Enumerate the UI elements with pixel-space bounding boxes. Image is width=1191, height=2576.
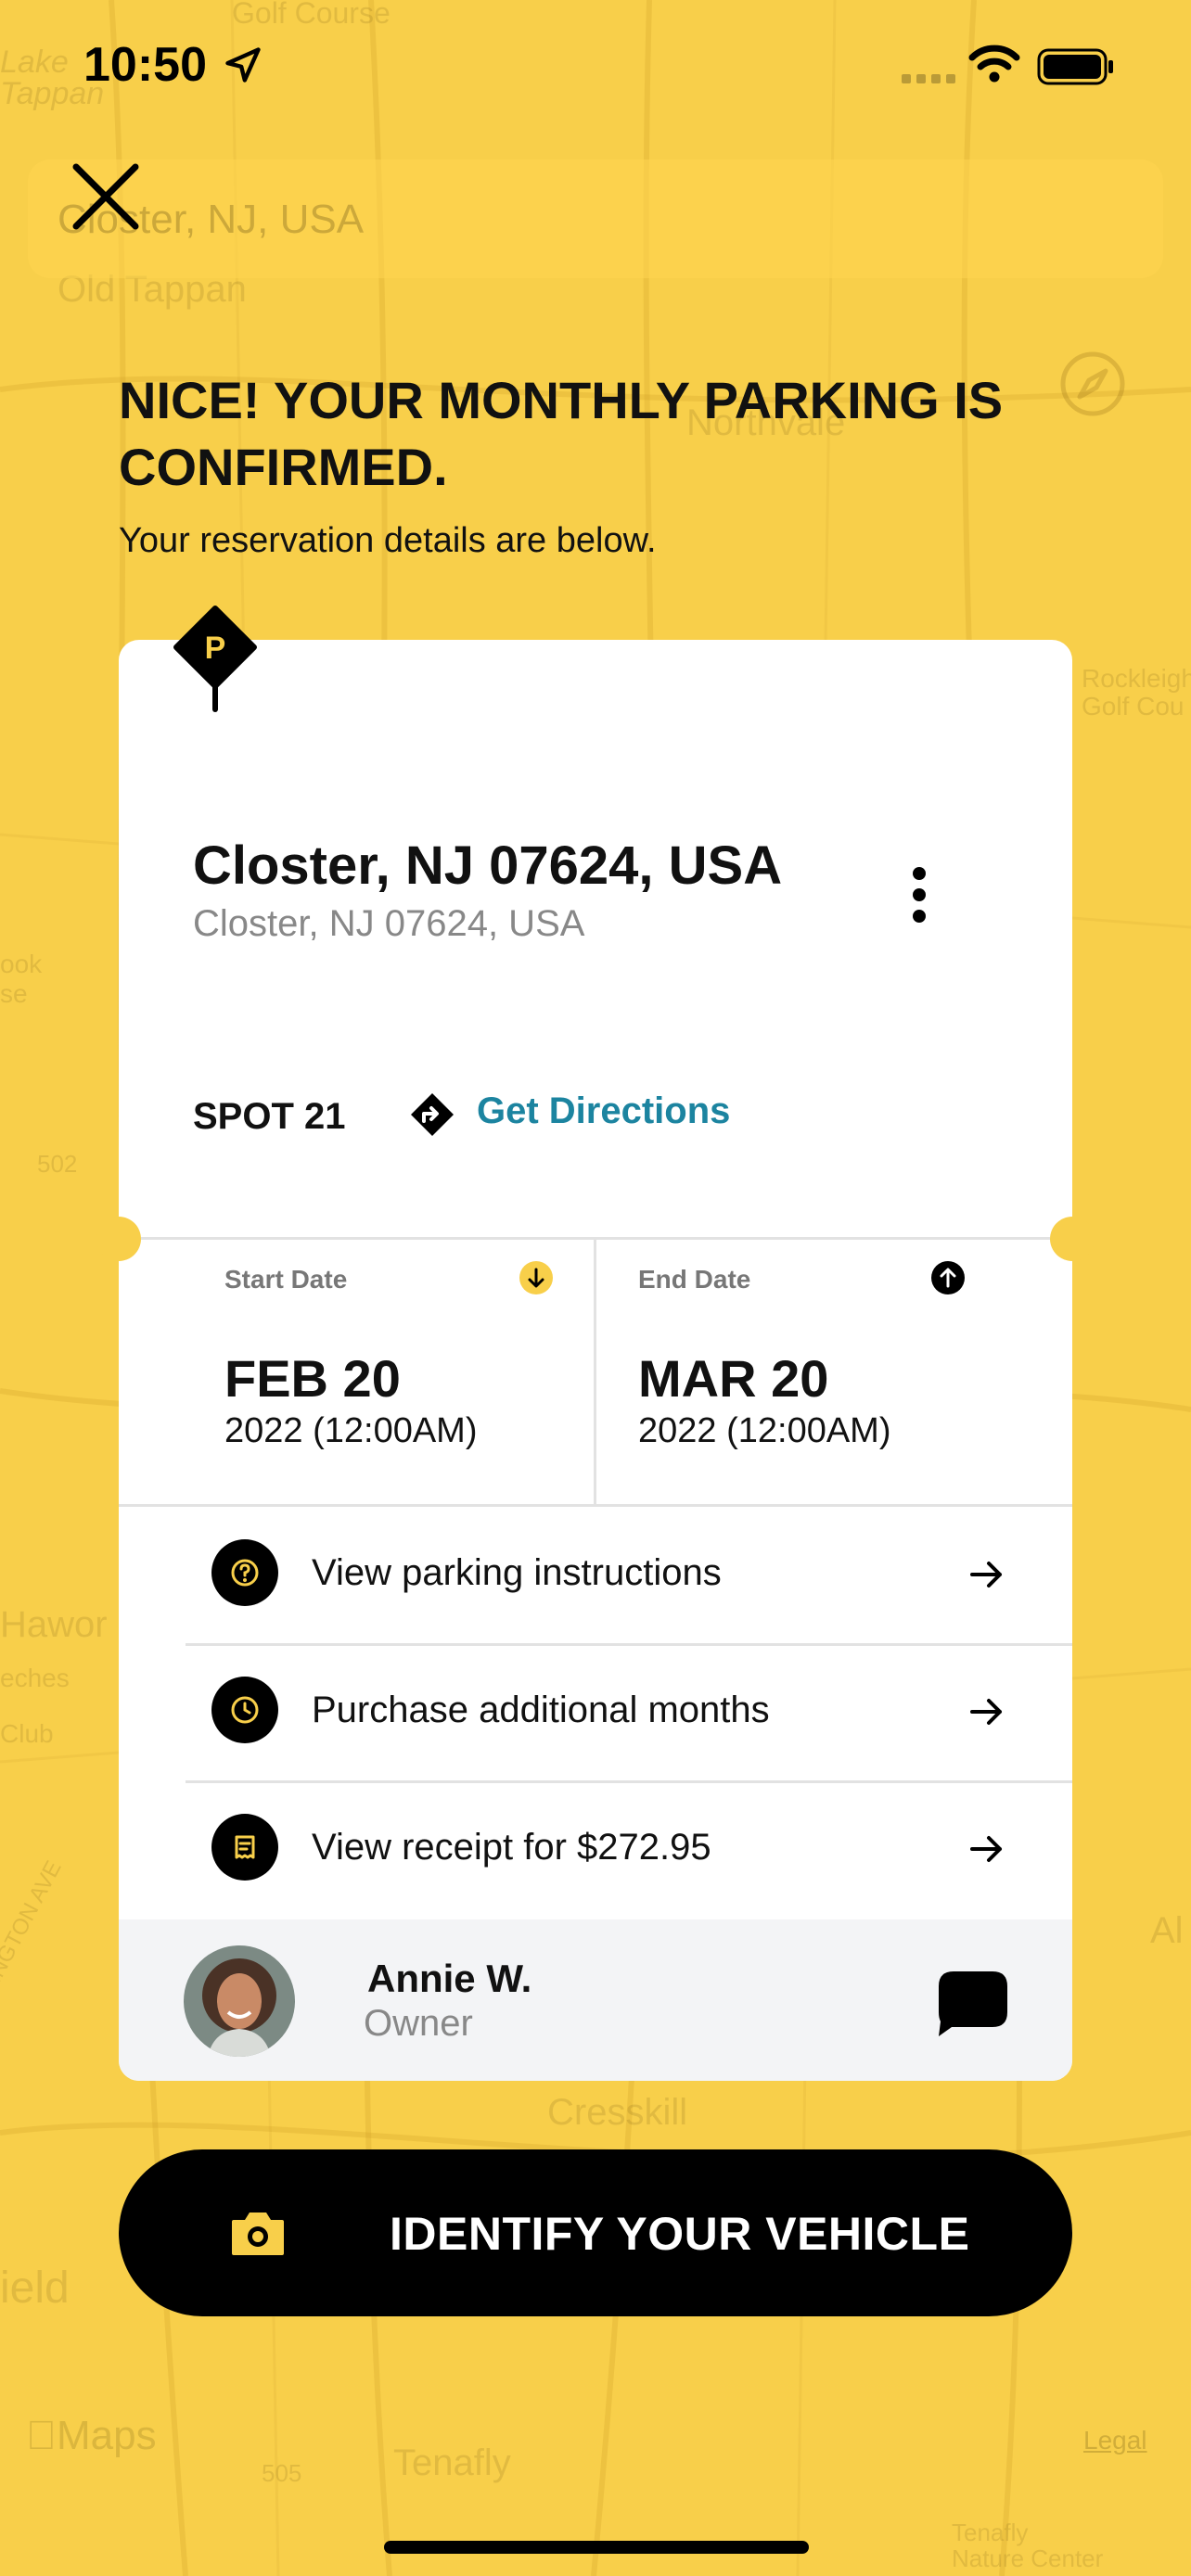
message-owner-button[interactable] [933, 1966, 1013, 2040]
maps-logo: Maps [26, 2413, 157, 2459]
directions-icon[interactable] [408, 1090, 456, 1139]
identify-vehicle-label: IDENTIFY YOUR VEHICLE [390, 2208, 970, 2260]
arrow-right-icon [967, 1691, 1007, 1732]
map-label: Club [0, 1719, 54, 1748]
chat-bubble-icon [939, 1971, 1007, 2036]
confirmation-headline: NICE! YOUR MONTHLY PARKING IS CONFIRMED. [119, 371, 1004, 496]
map-label: Nature Center [952, 2544, 1104, 2572]
arrow-down-icon [519, 1261, 553, 1294]
map-label: Cresskill [547, 2092, 688, 2133]
start-date-year: 2022 (12:00AM) [224, 1411, 478, 1450]
map-label: se [0, 979, 28, 1008]
map-label: Rockleigh [1082, 664, 1191, 693]
ticket-notch-right [1050, 1217, 1095, 1261]
map-label: Tenafly [952, 2519, 1029, 2546]
apple-icon:  [26, 2413, 57, 2458]
clock-icon [211, 1677, 278, 1743]
more-options-button[interactable] [896, 862, 942, 927]
map-label: Golf Cou [1082, 692, 1185, 721]
row-view-receipt[interactable]: View receipt for $272.95 [186, 1780, 1072, 1918]
status-bar: 10:50 [0, 0, 1191, 139]
arrow-up-icon [931, 1261, 965, 1294]
wifi-icon [968, 43, 1020, 88]
parking-pin-icon: P [171, 605, 260, 716]
row-parking-instructions[interactable]: View parking instructions [186, 1506, 1072, 1643]
owner-name: Annie W. [367, 1957, 532, 2000]
map-label: ook [0, 950, 43, 978]
map-label: 502 [37, 1150, 78, 1178]
home-indicator [384, 2541, 809, 2554]
avatar [184, 1945, 295, 2057]
row-purchase-months[interactable]: Purchase additional months [186, 1643, 1072, 1780]
start-date-value: FEB 20 [224, 1349, 401, 1408]
row-label: Purchase additional months [312, 1690, 770, 1730]
camera-icon [228, 2205, 288, 2261]
map-label: ield [0, 2264, 70, 2313]
map-label: Al [1150, 1910, 1184, 1951]
location-arrow-icon [223, 45, 263, 90]
battery-icon [1037, 48, 1115, 90]
get-directions-link[interactable]: Get Directions [477, 1090, 730, 1132]
end-date-label: End Date [638, 1265, 751, 1294]
ticket-notch-left [96, 1217, 141, 1261]
identify-vehicle-button[interactable]: IDENTIFY YOUR VEHICLE [119, 2149, 1072, 2316]
arrow-right-icon [967, 1554, 1007, 1595]
map-label: eches [0, 1664, 70, 1692]
divider [594, 1240, 596, 1506]
end-date-year: 2022 (12:00AM) [638, 1411, 891, 1450]
confirmation-subline: Your reservation details are below. [119, 521, 657, 560]
location-subtitle: Closter, NJ 07624, USA [193, 903, 585, 944]
status-time: 10:50 [83, 38, 207, 92]
start-date-label: Start Date [224, 1265, 348, 1294]
location-title: Closter, NJ 07624, USA [193, 835, 783, 896]
map-label: 505 [262, 2459, 302, 2487]
end-date-value: MAR 20 [638, 1349, 829, 1408]
maps-logo-text: Maps [26, 2413, 157, 2458]
map-label: Tenafly [393, 2442, 511, 2483]
arrow-right-icon [967, 1829, 1007, 1869]
spot-number: SPOT 21 [193, 1096, 346, 1137]
owner-role: Owner [364, 2003, 473, 2044]
map-label: Hawor [0, 1604, 108, 1645]
close-icon [72, 163, 139, 230]
pin-letter: P [205, 631, 226, 666]
cellular-signal-icon [902, 72, 957, 90]
row-label: View parking instructions [312, 1552, 722, 1593]
legal-link[interactable]: Legal [1083, 2426, 1147, 2455]
receipt-icon [211, 1814, 278, 1881]
close-button[interactable] [69, 159, 143, 234]
question-icon [211, 1539, 278, 1606]
row-label: View receipt for $272.95 [312, 1827, 711, 1868]
more-vertical-icon [913, 867, 926, 923]
